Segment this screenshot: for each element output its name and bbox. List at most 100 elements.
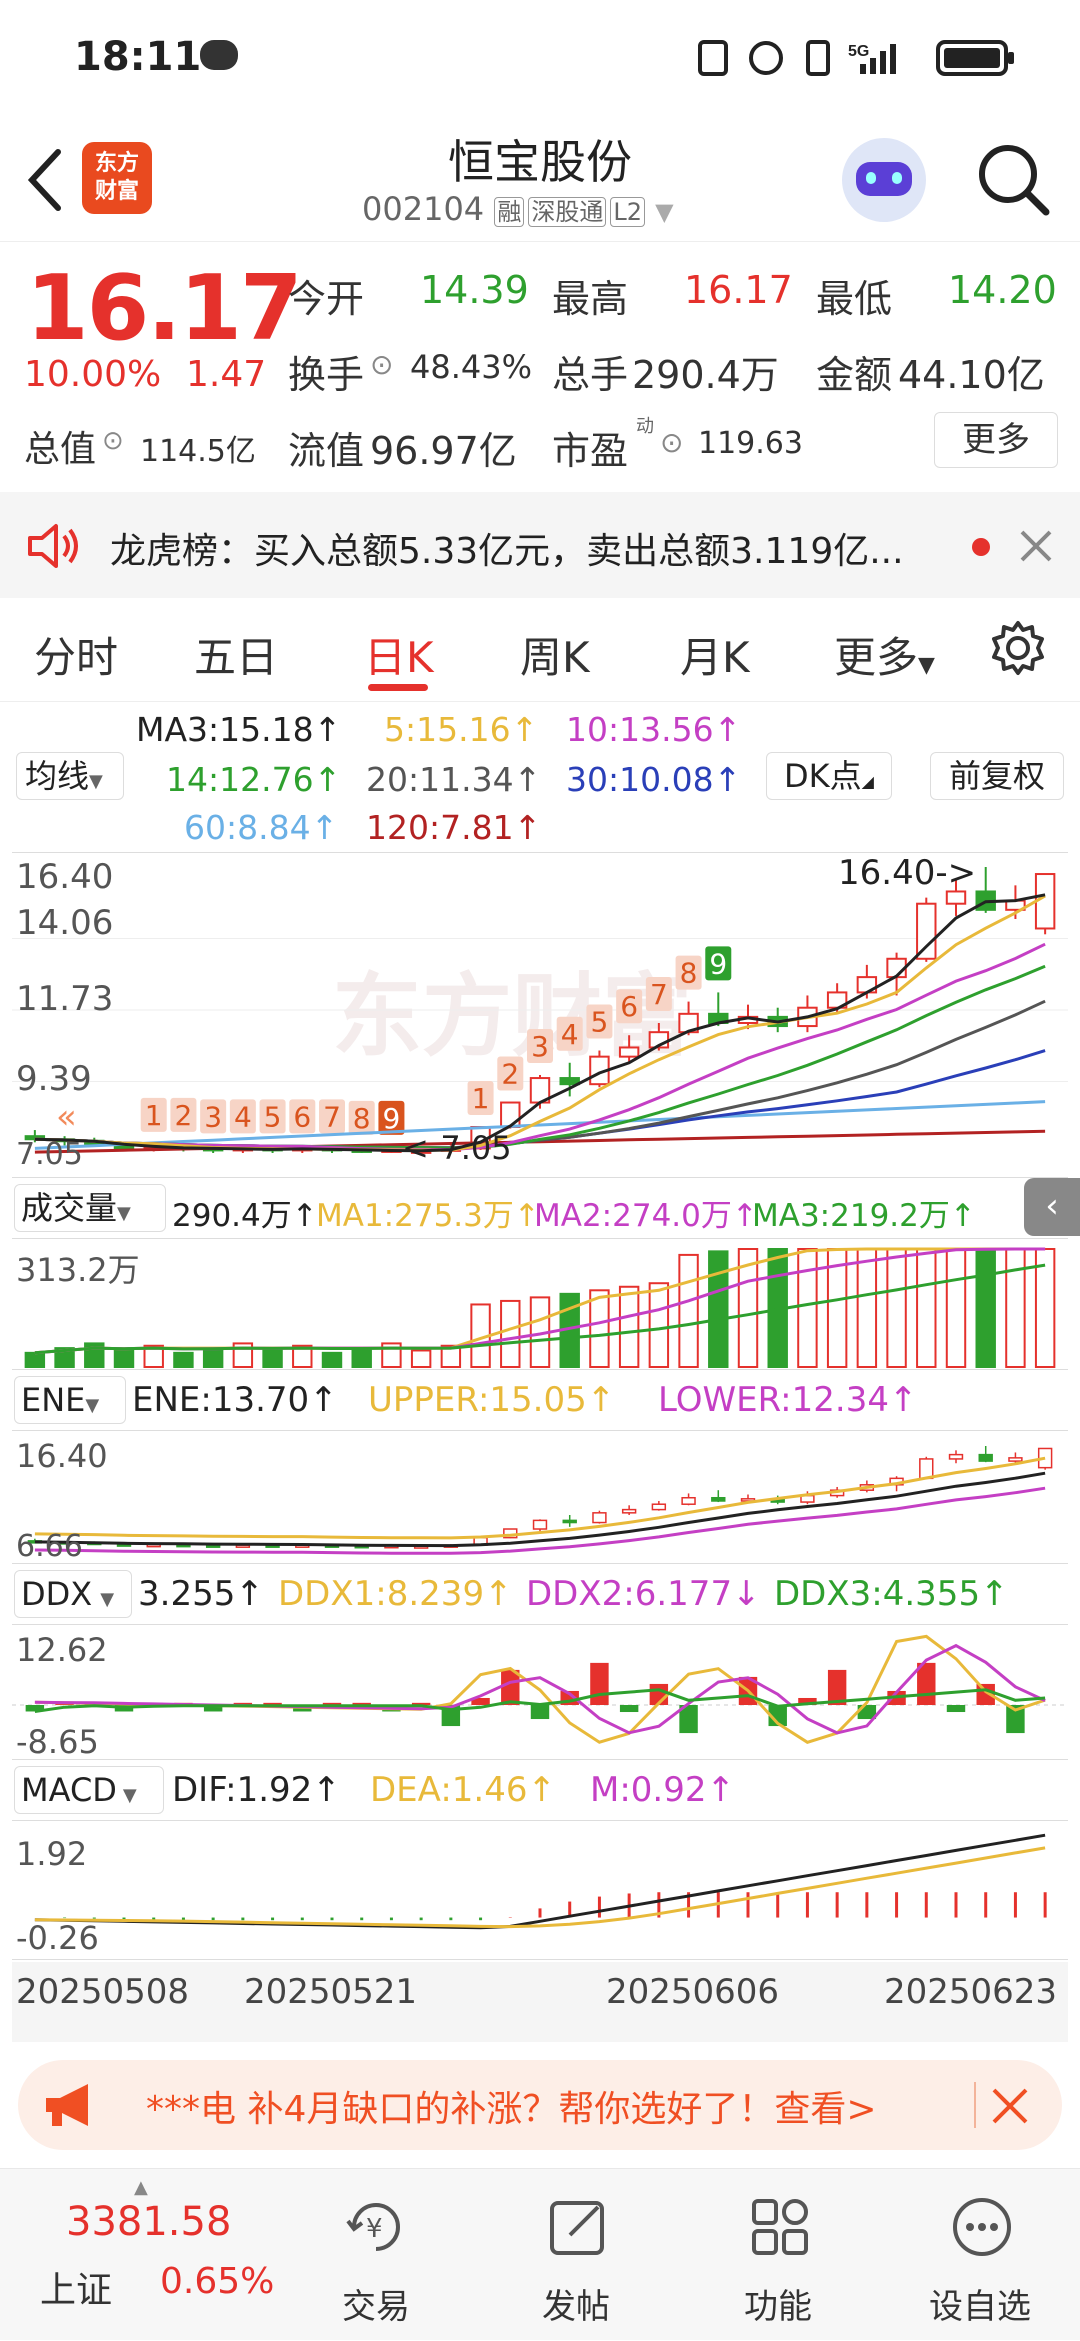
ene-candle xyxy=(621,1508,637,1514)
td-count-label: 2 xyxy=(175,1099,193,1132)
nav-trade[interactable]: ¥ 交易 xyxy=(306,2169,446,2341)
date-label-1: 20250521 xyxy=(244,1972,418,2012)
y-label-2: 11.73 xyxy=(16,979,114,1019)
more-dots-icon xyxy=(953,2198,1011,2256)
ene-candle xyxy=(711,1496,726,1502)
vol-ma1: MA1:275.3万↑ xyxy=(316,1198,540,1234)
stock-header: 东方 财富 恒宝股份 002104 融深股通 L2 ▼ xyxy=(0,120,1080,242)
ene-y-top: 16.40 xyxy=(16,1437,108,1475)
y-label-0: 16.40 xyxy=(16,857,114,897)
search-icon[interactable] xyxy=(976,142,1052,218)
ddx-plot xyxy=(12,1634,1068,1744)
ddx-bar xyxy=(590,1662,609,1705)
info-icon[interactable]: ⊙ xyxy=(660,426,683,459)
td-count-label: 8 xyxy=(353,1102,371,1135)
last-price: 16.17 xyxy=(26,256,303,361)
ma14-value: 14:12.76↑ xyxy=(166,760,342,799)
nav-functions[interactable]: 功能 xyxy=(708,2169,848,2341)
macd-plot xyxy=(34,1833,1047,1930)
tab-intraday[interactable]: 分时 xyxy=(34,624,118,685)
volume-bar xyxy=(648,1282,670,1368)
macd-dif: DIF:1.92↑ xyxy=(172,1770,341,1810)
volume-legend: 成交量▼ 290.4万↑ MA1:275.3万↑ MA2:274.0万↑ MA3… xyxy=(0,1178,1080,1238)
kline-chart[interactable]: 东方财富 123456789123456789 16.40 14.06 11.7… xyxy=(12,852,1068,1178)
td-count-label: 8 xyxy=(680,957,698,990)
compose-icon xyxy=(550,2201,604,2255)
volume-bar xyxy=(945,1248,967,1368)
wechat-icon xyxy=(200,40,238,70)
ddx3: DDX3:4.355↑ xyxy=(774,1574,1009,1614)
stock-code: 002104 xyxy=(362,190,485,228)
td-count-label: 9 xyxy=(709,947,727,980)
close-icon[interactable] xyxy=(1018,528,1054,564)
ad-banner[interactable]: ***电 补4月缺口的补涨？帮你选好了！查看> xyxy=(18,2060,1062,2150)
nav-add-watchlist[interactable]: 设自选 xyxy=(910,2169,1050,2341)
expand-up-icon[interactable]: ▲ xyxy=(134,2177,148,2198)
volume-bar xyxy=(262,1349,283,1369)
dk-point-button[interactable]: DK点◢ xyxy=(766,752,892,800)
volume-value: 290.4万↑ xyxy=(172,1198,318,1234)
indicator-selector[interactable]: 均线▼ xyxy=(16,752,124,800)
macd-selector[interactable]: MACD ▼ xyxy=(14,1766,164,1814)
volume-chart[interactable]: 313.2万 xyxy=(12,1238,1068,1370)
volume-selector[interactable]: 成交量▼ xyxy=(14,1184,166,1232)
macd-chart[interactable]: 1.92 -0.26 xyxy=(12,1820,1068,1960)
index-value[interactable]: 3381.58 xyxy=(66,2199,231,2245)
macd-dea: DEA:1.46↑ xyxy=(370,1770,556,1810)
notice-bar[interactable]: 龙虎榜：买入总额5.33亿元，卖出总额3.119亿... xyxy=(0,492,1080,598)
volume-label: 总手 xyxy=(552,353,629,397)
ene-candle xyxy=(651,1503,667,1511)
tab-weekly-k[interactable]: 周K xyxy=(520,624,590,685)
tab-5day[interactable]: 五日 xyxy=(194,624,278,685)
info-icon[interactable]: ⊙ xyxy=(370,348,393,381)
ene-legend: ENE▼ ENE:13.70↑ UPPER:15.05↑ LOWER:12.34… xyxy=(0,1370,1080,1430)
ma3-value: MA3:15.18↑ xyxy=(136,710,342,749)
tab-daily-k[interactable]: 日K xyxy=(364,624,434,685)
pe-label: 市盈 xyxy=(552,429,629,473)
td-count-label: 2 xyxy=(501,1058,519,1091)
scroll-left-icon[interactable]: « xyxy=(56,1097,77,1137)
td-count-label: 4 xyxy=(234,1100,252,1133)
open-value: 14.39 xyxy=(420,268,529,312)
td-count-label: 7 xyxy=(650,978,668,1011)
nav-post[interactable]: 发帖 xyxy=(506,2169,646,2341)
gear-icon[interactable] xyxy=(990,620,1046,676)
ene-chart[interactable]: 16.40 6.66 xyxy=(12,1430,1068,1564)
min-price-label: <-7.05 xyxy=(402,1129,512,1167)
adjust-button[interactable]: 前复权 xyxy=(930,752,1064,800)
volume-bar xyxy=(173,1351,194,1368)
more-button[interactable]: 更多 xyxy=(934,412,1058,468)
assistant-robot-icon[interactable] xyxy=(842,138,926,222)
nav-label: 设自选 xyxy=(929,2287,1031,2327)
td-count-label: 5 xyxy=(264,1100,282,1133)
date-label-2: 20250606 xyxy=(606,1972,780,2012)
tab-monthly-k[interactable]: 月K xyxy=(680,624,750,685)
volume-bar xyxy=(618,1285,640,1368)
td-count-label: 5 xyxy=(591,1006,609,1039)
info-icon[interactable]: ⊙ xyxy=(102,426,124,456)
ene-candle xyxy=(681,1496,696,1505)
collapse-panel-icon[interactable]: ‹ xyxy=(1024,1178,1080,1236)
tab-more[interactable]: 更多▼ xyxy=(834,624,935,685)
ene-candle xyxy=(532,1519,548,1530)
amount-value: 44.10亿 xyxy=(898,353,1045,397)
close-icon[interactable] xyxy=(990,2086,1030,2126)
ddx-chart[interactable]: 12.62 -8.65 xyxy=(12,1624,1068,1761)
ddx-selector[interactable]: DDX ▼ xyxy=(14,1570,132,1618)
notice-text: 龙虎榜：买入总额5.33亿元，卖出总额3.119亿... xyxy=(110,531,904,572)
change-pct: 10.00% xyxy=(24,354,162,395)
date-label-3: 20250623 xyxy=(884,1972,1058,2012)
td-count-label: 4 xyxy=(561,1018,579,1051)
ene-selector[interactable]: ENE▼ xyxy=(14,1376,126,1424)
amount-label: 金额 xyxy=(816,353,893,397)
ddx-y-bottom: -8.65 xyxy=(16,1723,99,1761)
volume-y-label: 313.2万 xyxy=(16,1251,140,1289)
ene-candle xyxy=(1008,1457,1023,1462)
open-label: 今开 xyxy=(288,277,365,321)
td-count-label: 7 xyxy=(323,1100,341,1133)
ddx1: DDX1:8.239↑ xyxy=(278,1574,513,1614)
max-price-label: 16.40-> xyxy=(838,853,977,893)
quote-panel: 16.17 10.00% 1.47 总值 ⊙ 114.5亿 今开 14.39 最… xyxy=(0,242,1080,492)
chevron-down-icon: ▼ xyxy=(117,1203,131,1224)
ddx-y-top: 12.62 xyxy=(16,1631,108,1669)
